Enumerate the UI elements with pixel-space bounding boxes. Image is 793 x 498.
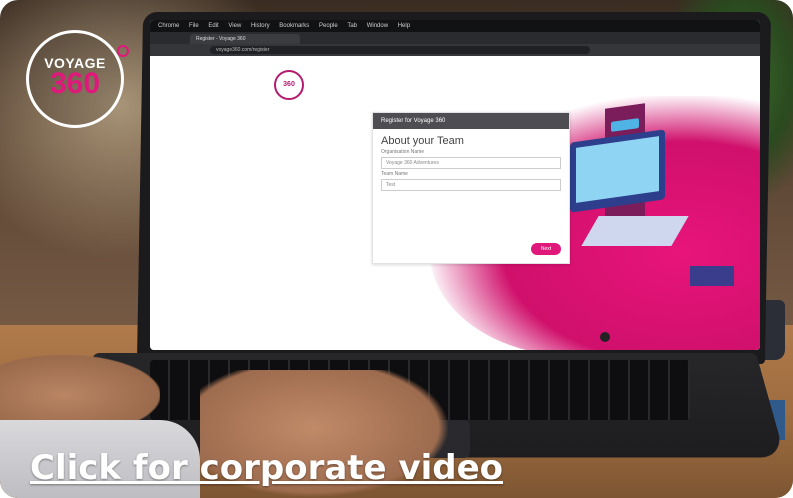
mac-menubar: Chrome File Edit View History Bookmarks …: [150, 20, 760, 32]
book-illustration: [611, 118, 639, 132]
url-field: voyage360.com/register: [210, 46, 590, 54]
web-page: 360 Register for Voyage 360 About your T…: [150, 56, 760, 350]
monitor-illustration: [570, 129, 665, 213]
org-label: Organisation Name: [381, 149, 425, 155]
desk-illustration: [690, 266, 734, 286]
register-form-card: Register for Voyage 360 About your Team …: [372, 112, 570, 264]
logo-bottom-text: 360: [49, 67, 101, 100]
team-input: Test: [381, 179, 561, 191]
menu-item: Help: [397, 23, 411, 29]
browser-tabbar: Register - Voyage 360: [150, 32, 760, 49]
menu-item: Chrome: [158, 23, 180, 29]
video-thumbnail[interactable]: Chrome File Edit View History Bookmarks …: [0, 0, 793, 498]
form-title: About your Team: [381, 135, 464, 147]
menu-item: History: [250, 23, 270, 29]
menu-item: People: [318, 23, 338, 29]
menu-item: Tab: [347, 23, 358, 29]
keyboard-illustration: [581, 216, 689, 246]
monitor-screen-illustration: [576, 136, 659, 203]
form-header: Register for Voyage 360: [373, 113, 569, 129]
next-button: Next: [531, 243, 561, 255]
menu-item: Bookmarks: [279, 23, 310, 29]
corporate-video-link[interactable]: Click for corporate video: [30, 448, 503, 488]
team-label: Team Name: [381, 171, 408, 177]
voyage360-logo: VOYAGE 360: [26, 30, 129, 128]
site-logo: 360: [274, 70, 304, 100]
menu-item: View: [228, 23, 242, 29]
laptop-screen: Chrome File Edit View History Bookmarks …: [150, 20, 760, 350]
org-input: Voyage 360 Adventures: [381, 157, 561, 169]
menu-item: Window: [366, 23, 389, 29]
menu-item: File: [189, 23, 199, 29]
browser-addressbar: voyage360.com/register: [150, 44, 760, 56]
footer-logo: [600, 332, 610, 342]
browser-tab: Register - Voyage 360: [190, 34, 300, 44]
degree-icon: [117, 45, 129, 57]
menu-item: Edit: [208, 23, 219, 29]
